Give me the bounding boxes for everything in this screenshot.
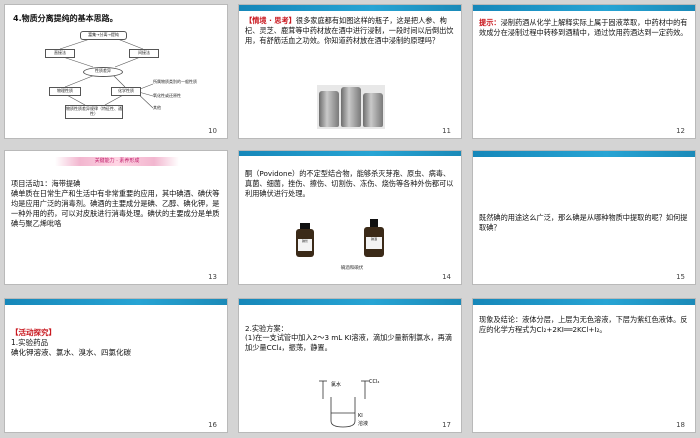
slide-title: 4.物质分离提纯的基本思路。 — [13, 14, 118, 23]
bottle-label: 碘伏 — [298, 239, 312, 251]
body-text: 浸制药酒从化学上解释实际上属于固液萃取，中药材中的有效成分在浸制过程中转移到酒精… — [479, 18, 688, 37]
test-tube-figure: 氯水 CCl₄ KI 溶液 — [309, 377, 389, 429]
tag-label: 提示： — [479, 18, 501, 27]
diagram-box-left: 直接法 — [45, 49, 75, 58]
slide-header-bar — [473, 5, 695, 11]
slide-number: 14 — [442, 273, 451, 281]
bottle-label: 碘酒 — [366, 237, 382, 249]
slide-number: 15 — [676, 273, 685, 281]
slide-thumbnail-11[interactable]: 【情境 · 思考】很多家庭都有如图这样的瓶子，这是把人参、枸杞、灵芝、鹿茸等中药… — [238, 4, 462, 139]
slide-number: 10 — [208, 127, 217, 135]
slide-number: 13 — [208, 273, 217, 281]
slide-thumbnail-15[interactable]: 既然碘的用途这么广泛，那么碘是从哪种物质中提取的呢？如何提取碘？ 15 — [472, 150, 696, 285]
slide-number: 17 — [442, 421, 451, 429]
slide-header-bar — [5, 299, 227, 305]
jar-image — [363, 93, 383, 127]
iodine-tincture-bottle: 碘酒 — [364, 227, 384, 257]
diagram-box-bottom: 物质性质差异规律（特征性、通性） — [65, 105, 123, 119]
diagram-box-right: 间接法 — [129, 49, 159, 58]
jar-image — [319, 91, 339, 127]
iodine-bottles-photo: 碘伏 碘酒 碘酒和碘伏 — [294, 217, 404, 273]
slide-body: (1)在一支试管中加入2～3 mL KI溶液，滴加少量新制氯水，再滴加少量CCl… — [245, 333, 453, 352]
slide-body: 现象及结论：液体分层，上层为无色溶液，下层为紫红色液体。反应的化学方程式为Cl₂… — [479, 315, 688, 334]
slide-body: 提示：浸制药酒从化学上解释实际上属于固液萃取，中药材中的有效成分在浸制过程中转移… — [479, 18, 691, 38]
slide-thumbnail-18[interactable]: 现象及结论：液体分层，上层为无色溶液，下层为紫红色液体。反应的化学方程式为Cl₂… — [472, 298, 696, 433]
diagram-side-1: 所属物质类别的一般性质 — [153, 79, 203, 89]
slide-body: 【情境 · 思考】很多家庭都有如图这样的瓶子，这是把人参、枸杞、灵芝、鹿茸等中药… — [245, 16, 457, 46]
slide-thumbnail-16[interactable]: 【活动探究】 1.实验药品 碘化钾溶液、氯水、溴水、四氯化碳 16 — [4, 298, 228, 433]
slide-number: 18 — [676, 421, 685, 429]
item-text: 碘化钾溶液、氯水、溴水、四氯化碳 — [11, 348, 131, 357]
slide-number: 16 — [208, 421, 217, 429]
tag-label: 【情境 · 思考】 — [245, 16, 296, 25]
slide-body: 项目活动1：海带提碘 碘单质在日常生产和生活中有非常重要的应用，其中碘酒、碘伏等… — [11, 179, 220, 228]
diagram-side-3: 其他 — [153, 105, 203, 111]
diagram-side-2: 氧化性或还原性 — [153, 93, 203, 99]
jar-image — [341, 87, 361, 127]
diagram-box-physical: 物理性质 — [49, 87, 81, 96]
label-chlorine-water: 氯水 — [331, 382, 342, 388]
slide-thumbnail-13[interactable]: 关键能力 · 素养形成 项目活动1：海带提碘 碘单质在日常生产和生活中有非常重要… — [4, 150, 228, 285]
section-banner: 关键能力 · 素养形成 — [55, 157, 179, 166]
slide-thumbnail-12[interactable]: 提示：浸制药酒从化学上解释实际上属于固液萃取，中药材中的有效成分在浸制过程中转移… — [472, 4, 696, 139]
slide-number: 12 — [676, 127, 685, 135]
slide-thumbnail-17[interactable]: 2.实验方案： (1)在一支试管中加入2～3 mL KI溶液，滴加少量新制氯水，… — [238, 298, 462, 433]
slide-body: 酮（Povidone）的不定型结合物，能够杀灭芽孢、原虫、病毒、真菌、细菌，挫伤… — [245, 169, 454, 198]
diagram-box-center: 性质差异 — [83, 67, 123, 77]
slide-header-bar — [473, 151, 695, 157]
herbal-wine-photo — [317, 85, 385, 129]
slide-thumbnail-10[interactable]: 4.物质分离提纯的基本思路。 富集→分离→提纯 直接法 间接法 性质差异 物理性… — [4, 4, 228, 139]
bottle-cap — [370, 219, 378, 227]
slide-header-bar — [473, 299, 695, 305]
iodophor-bottle: 碘伏 — [296, 229, 314, 257]
diagram-box-chemical: 化学性质 — [111, 87, 141, 96]
diagram-box-top: 富集→分离→提纯 — [80, 31, 127, 40]
separation-diagram: 富集→分离→提纯 直接法 间接法 性质差异 物理性质 化学性质 物质性质差异规律… — [25, 29, 205, 124]
slide-header-bar — [239, 151, 461, 156]
label-ccl4: CCl₄ — [369, 379, 380, 385]
slide-header-bar — [239, 5, 461, 11]
label-solution: 溶液 — [358, 421, 369, 427]
photo-caption: 碘酒和碘伏 — [340, 266, 364, 271]
slide-body: 既然碘的用途这么广泛，那么碘是从哪种物质中提取的呢？如何提取碘？ — [479, 213, 688, 232]
slide-thumbnail-14[interactable]: 酮（Povidone）的不定型结合物，能够杀灭芽孢、原虫、病毒、真菌、细菌，挫伤… — [238, 150, 462, 285]
slide-header-bar — [239, 299, 461, 305]
slide-number: 11 — [442, 127, 451, 135]
label-ki: KI — [358, 413, 363, 419]
